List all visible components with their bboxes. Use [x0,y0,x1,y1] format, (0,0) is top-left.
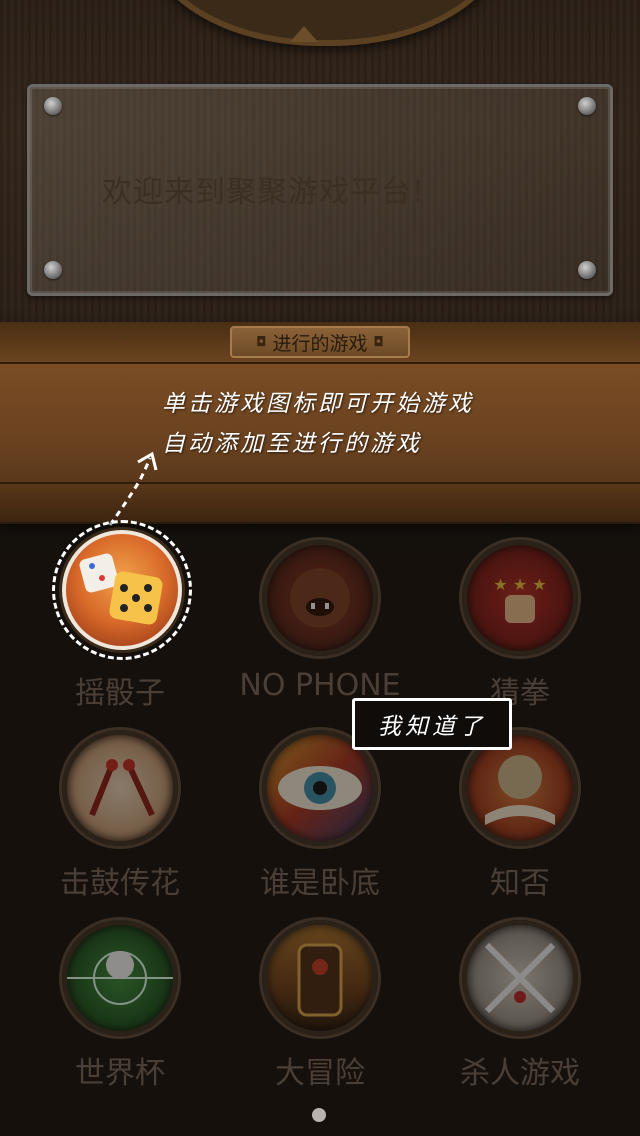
screw-icon [44,97,62,115]
game-label: 谁是卧底 [260,866,380,901]
screw-icon [578,261,596,279]
game-label: 大冒险 [275,1056,365,1091]
top-arrow-icon [290,26,318,42]
shelf-label-ornament-icon: ◘ [373,334,384,350]
game-label: 摇骰子 [75,676,165,711]
game-label: 击鼓传花 [60,866,180,901]
running-games-shelf: ◘ 进行的游戏 ◘ [0,322,640,524]
welcome-text: 欢迎来到聚聚游戏平台! [102,175,426,210]
game-label: 杀人游戏 [460,1056,580,1091]
fist-icon: ★ ★ ★ [462,540,578,656]
game-label: 知否 [490,866,550,901]
welcome-panel: 欢迎来到聚聚游戏平台! [27,84,613,296]
shelf-label-text: 进行的游戏 [272,332,368,355]
svg-text:★ ★ ★: ★ ★ ★ [493,575,546,594]
top-wood-background: 欢迎来到聚聚游戏平台! [0,0,640,322]
hint-line-1: 单击游戏图标即可开始游戏 [162,391,474,417]
shelf-lower-edge [0,482,640,524]
game-tile-mafia[interactable]: 杀人游戏 [420,920,620,1100]
hint-line-2: 自动添加至进行的游戏 [162,431,422,457]
drum-icon [62,730,178,846]
shelf-label: ◘ 进行的游戏 ◘ [230,326,410,358]
game-tile-drum-flower[interactable]: 击鼓传花 [20,730,220,910]
got-it-button[interactable]: 我知道了 [352,698,512,750]
screw-icon [44,261,62,279]
hint-arrow-icon [108,451,158,526]
game-tile-adventure[interactable]: 大冒险 [220,920,420,1100]
game-tile-world-cup[interactable]: 世界杯 [20,920,220,1100]
top-plate [145,0,507,46]
game-tile-undercover[interactable]: 谁是卧底 [220,730,420,910]
crossed-knives-icon [462,920,578,1036]
page-indicator-dot [312,1108,326,1122]
shelf-label-ornament-icon: ◘ [256,334,267,350]
game-tile-no-phone[interactable]: NO PHONE [220,540,420,720]
game-tile-rock-paper-scissors[interactable]: ★ ★ ★ 猜拳 [420,540,620,720]
door-icon [262,920,378,1036]
shelf-header: ◘ 进行的游戏 ◘ [0,322,640,364]
gorilla-icon [262,540,378,656]
screw-icon [578,97,596,115]
game-label: 世界杯 [75,1056,165,1091]
game-tile-trivia[interactable]: 知否 [420,730,620,910]
tutorial-highlight-ring [52,520,192,660]
soccer-ball-icon [62,920,178,1036]
